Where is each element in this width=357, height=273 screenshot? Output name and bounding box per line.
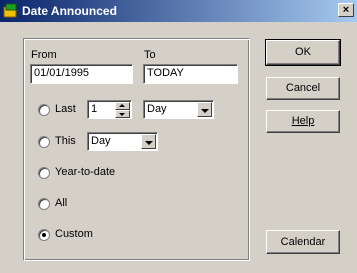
title-bar[interactable]: Date Announced × bbox=[0, 0, 357, 22]
custom-radio[interactable] bbox=[38, 229, 50, 241]
window-title: Date Announced bbox=[22, 4, 117, 18]
ok-button[interactable]: OK bbox=[265, 39, 341, 66]
last-number-value: 1 bbox=[91, 103, 98, 115]
date-announced-dialog: Date Announced × From 01/01/1995 To TODA… bbox=[0, 0, 357, 273]
all-radio[interactable] bbox=[38, 198, 50, 210]
last-label: Last bbox=[55, 103, 76, 115]
arrow-up-icon bbox=[119, 104, 125, 107]
to-label: To bbox=[144, 49, 156, 61]
last-unit-value: Day bbox=[147, 103, 167, 115]
this-radio[interactable] bbox=[38, 136, 50, 148]
calendar-button[interactable]: Calendar bbox=[266, 230, 340, 254]
this-unit-dropdown[interactable]: Day bbox=[87, 132, 158, 151]
from-label: From bbox=[31, 49, 57, 61]
app-icon bbox=[3, 3, 17, 18]
help-button[interactable]: Help bbox=[266, 110, 340, 133]
year-to-date-radio[interactable] bbox=[38, 167, 50, 179]
radio-selected-dot bbox=[42, 233, 46, 237]
custom-label: Custom bbox=[55, 228, 93, 240]
spin-up-button[interactable] bbox=[115, 102, 130, 110]
all-label: All bbox=[55, 197, 68, 209]
to-date-field[interactable]: TODAY bbox=[143, 64, 238, 84]
spin-down-button[interactable] bbox=[115, 110, 130, 118]
year-to-date-label: Year-to-date bbox=[55, 166, 116, 178]
this-label: This bbox=[55, 135, 76, 147]
last-number-stepper[interactable]: 1 bbox=[87, 100, 132, 119]
last-unit-dropdown[interactable]: Day bbox=[143, 100, 214, 119]
arrow-down-icon bbox=[119, 113, 125, 116]
chevron-down-icon bbox=[201, 109, 209, 113]
chevron-down-icon bbox=[145, 141, 153, 145]
spin-buttons[interactable] bbox=[115, 102, 130, 118]
dropdown-button[interactable] bbox=[197, 102, 212, 117]
this-unit-value: Day bbox=[91, 135, 111, 147]
close-button[interactable]: × bbox=[338, 3, 354, 17]
dropdown-button[interactable] bbox=[141, 134, 156, 149]
cancel-button[interactable]: Cancel bbox=[266, 77, 340, 100]
last-radio[interactable] bbox=[38, 104, 50, 116]
from-date-field[interactable]: 01/01/1995 bbox=[30, 64, 133, 84]
